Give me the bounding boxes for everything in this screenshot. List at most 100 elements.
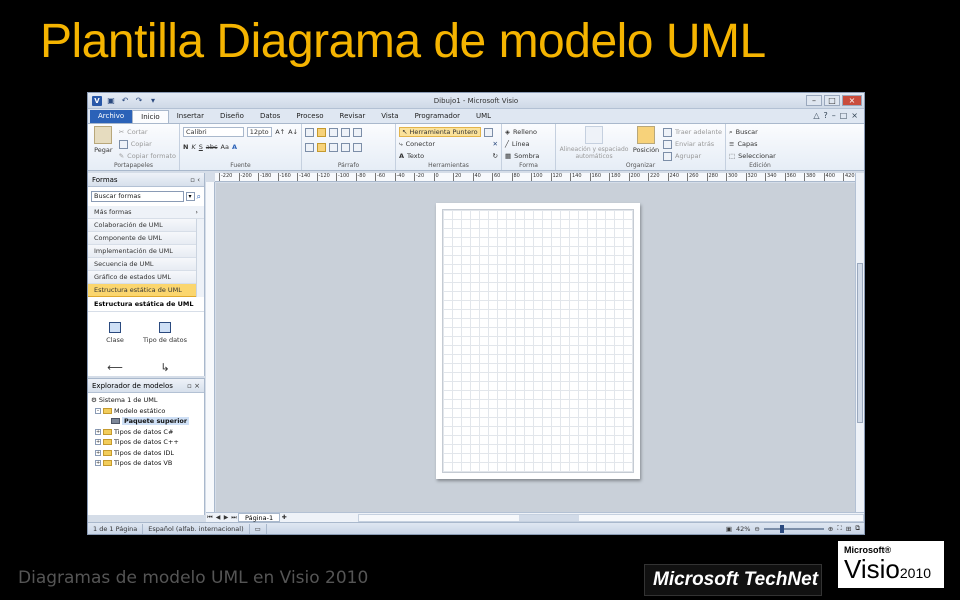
connector-tool-button[interactable]: ⤷ Conector ✕ bbox=[399, 138, 498, 150]
shape-clase[interactable]: Clase bbox=[90, 316, 140, 350]
font-size-combo[interactable]: 12pto bbox=[246, 127, 273, 137]
doc-restore-icon[interactable]: □ bbox=[840, 111, 848, 120]
position-button[interactable]: Posición bbox=[633, 126, 659, 162]
explorer-close-icon[interactable]: × bbox=[194, 382, 200, 390]
doc-close-icon[interactable]: × bbox=[851, 111, 858, 120]
fit-window-icon[interactable]: ⛶ bbox=[837, 524, 842, 533]
stencil-colaboracion[interactable]: Colaboración de UML bbox=[88, 219, 204, 232]
horizontal-scrollbar[interactable] bbox=[358, 513, 864, 522]
expand-icon[interactable]: + bbox=[95, 460, 101, 467]
collapse-pane-icon[interactable]: ‹ bbox=[197, 176, 200, 184]
tab-revisar[interactable]: Revisar bbox=[332, 110, 374, 123]
first-page-icon[interactable]: ⏮ bbox=[206, 514, 214, 522]
doc-minimize-icon[interactable]: – bbox=[832, 111, 836, 120]
stencil-estados[interactable]: Gráfico de estados UML bbox=[88, 271, 204, 284]
auto-align-button[interactable]: Alineación y espaciado automáticos bbox=[559, 126, 629, 162]
tab-vista[interactable]: Vista bbox=[373, 110, 406, 123]
zoom-out-icon[interactable]: ⊖ bbox=[754, 525, 759, 533]
search-shapes-input[interactable]: Buscar formas bbox=[91, 191, 184, 202]
change-case-button[interactable]: Aa bbox=[221, 143, 229, 151]
tree-node-system[interactable]: ⚙ Sistema 1 de UML bbox=[91, 395, 201, 406]
page-tab[interactable]: Página-1 bbox=[238, 513, 281, 522]
drawing-canvas[interactable] bbox=[216, 183, 855, 512]
text-tool-button[interactable]: A Texto ↻ bbox=[399, 150, 498, 162]
pan-zoom-icon[interactable]: ⊞ bbox=[846, 525, 851, 533]
tab-datos[interactable]: Datos bbox=[252, 110, 288, 123]
stencil-componente[interactable]: Componente de UML bbox=[88, 232, 204, 245]
next-page-icon[interactable]: ▶ bbox=[222, 514, 230, 521]
horizontal-scroll-thumb[interactable] bbox=[519, 514, 580, 521]
align-bottom-icon[interactable] bbox=[329, 127, 338, 137]
rectangle-tool-icon[interactable] bbox=[483, 127, 493, 137]
minimize-ribbon-icon[interactable]: △ bbox=[813, 111, 819, 120]
group-button[interactable]: Agrupar bbox=[663, 150, 722, 162]
copy-button[interactable]: Copiar bbox=[118, 138, 176, 150]
cut-button[interactable]: ✂ Cortar bbox=[119, 126, 176, 138]
align-left-icon[interactable] bbox=[305, 142, 314, 152]
vertical-scroll-thumb[interactable] bbox=[857, 263, 863, 423]
align-top-icon[interactable] bbox=[305, 127, 314, 137]
vertical-ruler[interactable] bbox=[206, 182, 215, 512]
zoom-level[interactable]: 42% bbox=[736, 525, 750, 533]
fill-button[interactable]: ◈ Relleno bbox=[505, 126, 552, 138]
text-direction-icon[interactable] bbox=[353, 127, 362, 137]
align-right-icon[interactable] bbox=[329, 142, 338, 152]
minimize-button[interactable]: – bbox=[806, 95, 822, 106]
horizontal-ruler[interactable]: -220 -200 -180 -160 -140 -120 -100 -80 -60 -40 -20… bbox=[215, 173, 856, 182]
vertical-scrollbar[interactable] bbox=[855, 173, 864, 512]
zoom-in-icon[interactable]: ⊕ bbox=[828, 525, 833, 533]
rotate-icon[interactable]: ↻ bbox=[493, 152, 498, 160]
fit-page-icon[interactable]: ▣ bbox=[726, 525, 732, 533]
bullets-icon[interactable] bbox=[341, 127, 350, 137]
expand-icon[interactable]: + bbox=[95, 428, 101, 435]
pointer-tool-button[interactable]: ↖ Herramienta Puntero bbox=[399, 127, 481, 137]
insert-page-icon[interactable]: ✚ bbox=[280, 514, 288, 521]
expand-icon[interactable]: + bbox=[95, 439, 101, 446]
tree-node-vb[interactable]: + Tipos de datos VB bbox=[91, 458, 201, 469]
shadow-button[interactable]: ▦ Sombra bbox=[505, 150, 552, 162]
macro-icon[interactable]: ▭ bbox=[250, 523, 267, 534]
tab-uml[interactable]: UML bbox=[468, 110, 499, 123]
tab-programador[interactable]: Programador bbox=[407, 110, 468, 123]
tab-inicio[interactable]: Inicio bbox=[132, 110, 169, 123]
zoom-slider-knob[interactable] bbox=[779, 524, 784, 533]
language-status[interactable]: Español (alfab. internacional) bbox=[143, 523, 250, 534]
help-icon[interactable]: ? bbox=[823, 111, 827, 120]
indent-icon[interactable] bbox=[353, 142, 362, 152]
search-dropdown-icon[interactable]: ▾ bbox=[185, 192, 195, 201]
align-center-icon[interactable] bbox=[317, 142, 326, 152]
strikethrough-button[interactable]: abc bbox=[206, 143, 218, 151]
search-icon[interactable]: ⌕ bbox=[197, 192, 201, 202]
bring-forward-button[interactable]: Traer adelante bbox=[663, 126, 722, 138]
tree-node-cpp[interactable]: + Tipos de datos C++ bbox=[91, 437, 201, 448]
stencil-estructura-estatica[interactable]: Estructura estática de UML bbox=[88, 284, 204, 297]
find-button[interactable]: ⌕ Buscar bbox=[729, 126, 791, 138]
tree-node-package[interactable]: Paquete superior bbox=[91, 416, 201, 427]
close-button[interactable]: × bbox=[842, 95, 862, 106]
tab-proceso[interactable]: Proceso bbox=[288, 110, 331, 123]
underline-button[interactable]: S bbox=[199, 143, 203, 151]
tree-node-model[interactable]: – Modelo estático bbox=[91, 406, 201, 417]
stencil-implementacion[interactable]: Implementación de UML bbox=[88, 245, 204, 258]
tree-node-idl[interactable]: + Tipos de datos IDL bbox=[91, 448, 201, 459]
shrink-font-icon[interactable]: A↓ bbox=[288, 128, 298, 136]
font-combo[interactable]: Calibri bbox=[183, 127, 244, 137]
tab-archivo[interactable]: Archivo bbox=[90, 110, 133, 123]
stencil-secuencia[interactable]: Secuencia de UML bbox=[88, 258, 204, 271]
last-page-icon[interactable]: ⏭ bbox=[230, 514, 238, 522]
paste-button[interactable]: Pegar bbox=[91, 126, 116, 162]
send-back-button[interactable]: Enviar atrás bbox=[663, 138, 722, 150]
expand-icon[interactable]: + bbox=[95, 449, 101, 456]
grow-font-icon[interactable]: A↑ bbox=[275, 128, 285, 136]
zoom-slider[interactable] bbox=[763, 524, 824, 533]
close-x-icon[interactable]: ✕ bbox=[493, 140, 498, 148]
tree-node-csharp[interactable]: + Tipos de datos C# bbox=[91, 427, 201, 438]
tab-diseno[interactable]: Diseño bbox=[212, 110, 252, 123]
select-button[interactable]: ⬚ Seleccionar bbox=[729, 150, 791, 162]
collapse-icon[interactable]: – bbox=[95, 407, 101, 414]
shape-tipo-de-datos[interactable]: Tipo de datos bbox=[140, 316, 190, 350]
justify-icon[interactable] bbox=[341, 142, 350, 152]
align-middle-icon[interactable] bbox=[317, 127, 326, 137]
layers-button[interactable]: ≡ Capas bbox=[729, 138, 791, 150]
maximize-button[interactable]: □ bbox=[824, 95, 840, 106]
